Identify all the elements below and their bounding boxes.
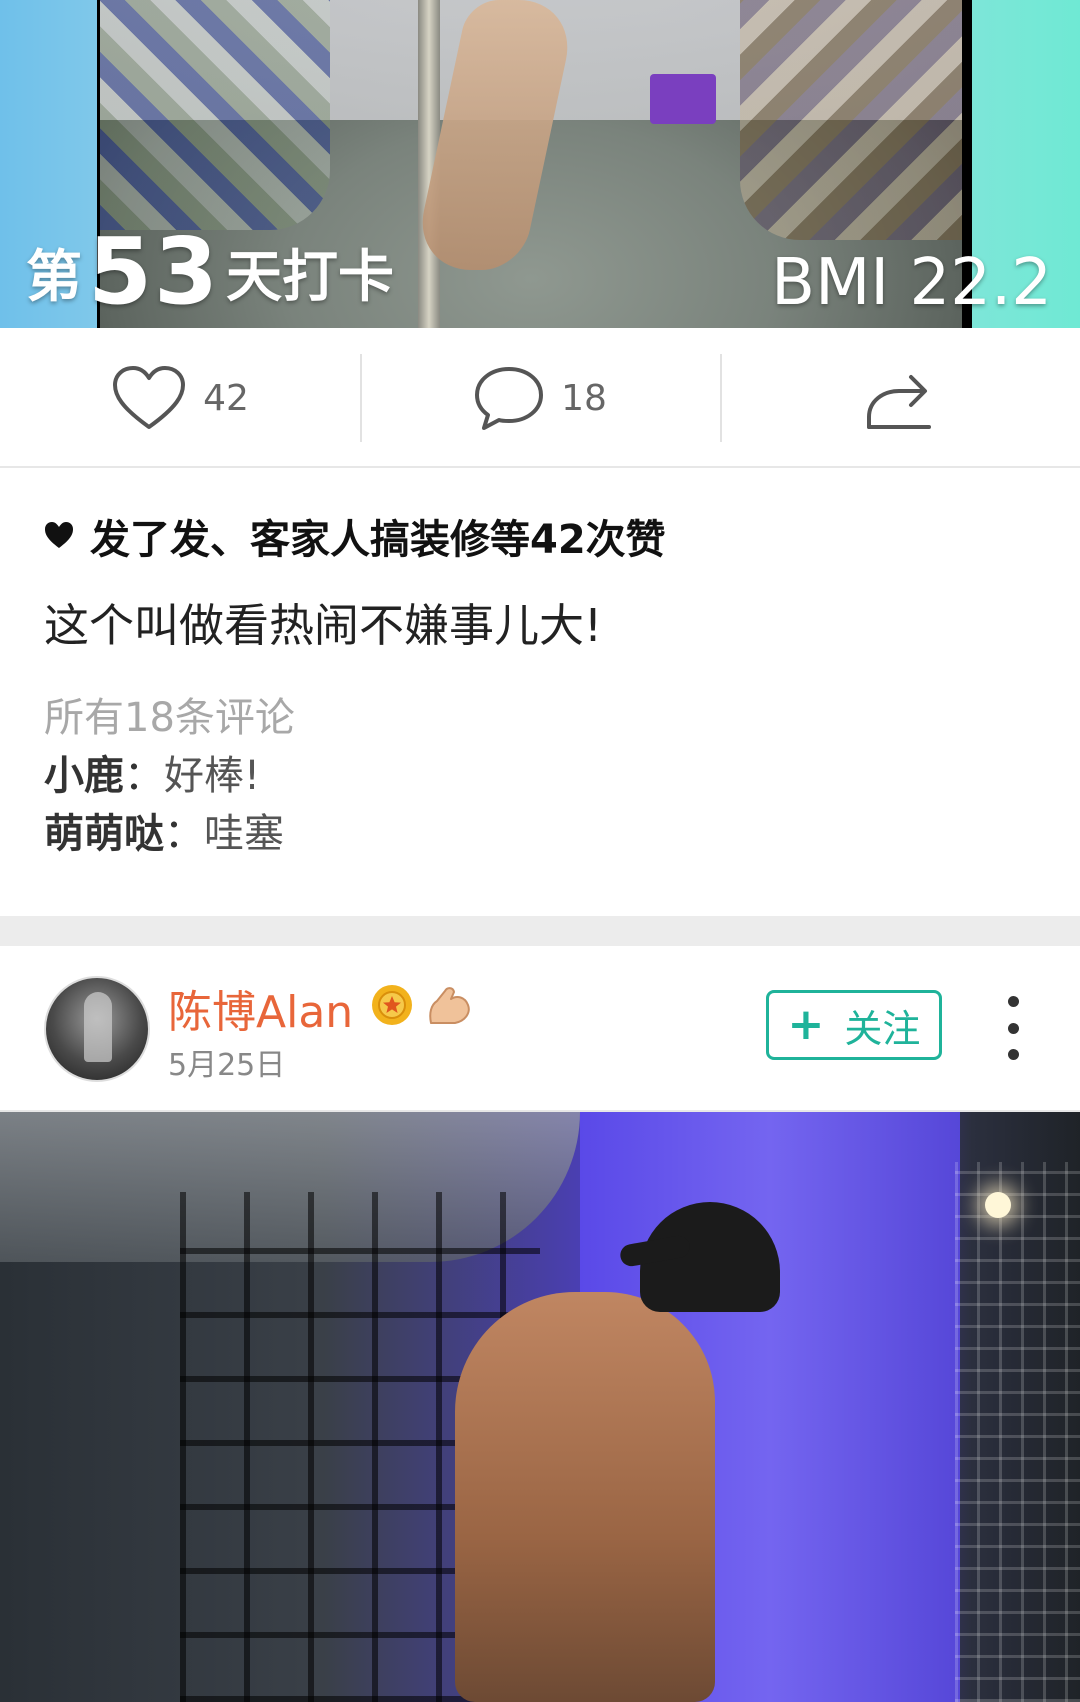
photo-light [985,1192,1011,1218]
all-comments-link[interactable]: 所有18条评论 [44,690,295,746]
dot [1007,1022,1019,1034]
puzzle-frame-right [740,0,962,240]
checkin-suffix: 天打卡 [226,245,395,310]
comment-count: 18 [561,377,607,419]
post-caption: 这个叫做看热闹不嫌事儿大! [44,599,603,652]
like-button[interactable]: 42 [0,330,360,466]
comment-author[interactable]: 萌萌哒 [44,811,164,857]
heart-outline-icon [111,365,187,431]
share-button[interactable] [720,330,1080,466]
share-icon [865,365,935,431]
comment-button[interactable]: 18 [360,330,720,466]
checkin-overlay: 第 53 天打卡 [26,226,394,318]
muscle-icon [425,983,473,1043]
comment-author[interactable]: 小鹿 [44,753,124,799]
follow-button[interactable]: + 关注 [766,990,942,1060]
plus-icon: + [787,999,825,1050]
dot [1007,1049,1019,1060]
photo-person [455,1292,715,1702]
comment-separator: ： [164,811,204,857]
photo-block [650,74,716,124]
post-action-bar: 42 18 [0,330,1080,468]
dot [1007,996,1019,1007]
username[interactable]: 陈博Alan [168,983,353,1043]
photo-cage-right [955,1162,1080,1702]
bmi-overlay: BMI 22.2 [771,246,1052,320]
like-count: 42 [203,377,249,419]
comment-bubble-icon [473,365,545,431]
liked-by-text: 发了发、客家人搞装修等42次赞 [90,517,666,563]
more-options-icon[interactable] [996,996,1030,1060]
checkin-day-number: 53 [88,218,221,325]
avatar[interactable] [44,976,150,1082]
liked-by-summary[interactable]: 发了发、客家人搞装修等42次赞 [44,506,666,566]
checkin-prefix: 第 [26,245,82,310]
post-photo[interactable]: 第 53 天打卡 BMI 22.2 [0,0,1080,328]
medal-icon [369,982,415,1044]
comment-item[interactable]: 小鹿：好棒! [44,748,260,804]
comment-item[interactable]: 萌萌哒：哇塞 [44,806,284,862]
post-date: 5月25日 [168,1048,286,1083]
follow-label: 关注 [844,1006,921,1051]
comment-separator: ： [124,753,164,799]
username-row: 陈博Alan [168,982,473,1044]
heart-filled-icon [44,513,74,559]
post-separator [0,916,1080,946]
puzzle-frame-left [100,0,330,230]
comment-text: 好棒! [164,753,261,799]
comment-text: 哇塞 [204,811,284,857]
post-header: 陈博Alan 5月25日 + 关注 [0,946,1080,1112]
post-photo[interactable] [0,1112,1080,1702]
